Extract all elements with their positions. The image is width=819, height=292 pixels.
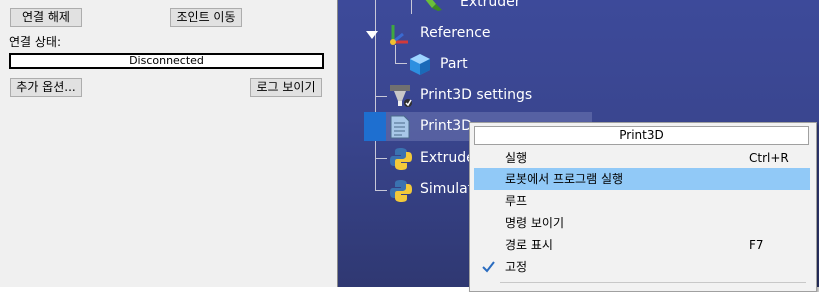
menu-item-pin[interactable]: 고정 <box>474 256 810 278</box>
context-menu-title: Print3D <box>474 126 809 145</box>
menu-item-label: 로봇에서 프로그램 실행 <box>505 172 624 186</box>
tree-connector <box>375 96 387 97</box>
tree-item-label[interactable]: Extruder <box>460 0 521 10</box>
menu-item-show-path[interactable]: 경로 표시 F7 <box>474 234 810 256</box>
connection-panel: 연결 해제 조인트 이동 연결 상태: Disconnected 추가 옵션..… <box>0 0 337 287</box>
tree-connector <box>395 45 396 63</box>
joint-move-button[interactable]: 조인트 이동 <box>170 8 242 27</box>
python-script-icon <box>389 147 413 171</box>
menu-item-show-instructions[interactable]: 명령 보이기 <box>474 212 810 234</box>
menu-item-loop[interactable]: 루프 <box>474 190 810 212</box>
more-options-button[interactable]: 추가 옵션... <box>10 78 82 97</box>
tree-item-label[interactable]: Reference <box>420 25 491 41</box>
program-document-icon <box>389 115 411 139</box>
menu-item-run-on-robot[interactable]: 로봇에서 프로그램 실행 <box>474 168 810 190</box>
tree-item-label[interactable]: Print3D <box>420 118 472 134</box>
menu-item-run[interactable]: 실행 Ctrl+R <box>474 147 810 169</box>
disconnect-button[interactable]: 연결 해제 <box>10 8 82 27</box>
menu-item-shortcut: Ctrl+R <box>749 151 789 165</box>
tree-connector <box>395 63 407 64</box>
context-menu: Print3D 실행 Ctrl+R 로봇에서 프로그램 실행 루프 명령 보이기… <box>469 122 817 292</box>
python-script-icon <box>389 179 413 203</box>
menu-item-label: 명령 보이기 <box>505 216 565 230</box>
menu-item-label: 실행 <box>505 151 528 165</box>
tree-connector <box>375 158 387 159</box>
connection-status-label: 연결 상태: <box>9 35 62 49</box>
reference-frame-icon <box>385 22 411 46</box>
menu-item-label: 경로 표시 <box>505 238 553 252</box>
menu-separator <box>500 282 806 283</box>
extruder-tool-icon <box>422 0 446 12</box>
settings-tool-icon <box>388 83 414 109</box>
menu-item-shortcut: F7 <box>749 238 764 252</box>
tree-connector <box>375 190 387 191</box>
menu-item-label: 루프 <box>505 194 528 208</box>
cube-object-icon <box>408 52 432 76</box>
tree-item-label[interactable]: Simulat <box>420 181 473 197</box>
tree-item-label[interactable]: Part <box>440 56 468 72</box>
tree-item-label[interactable]: Extrude <box>420 150 475 166</box>
expand-arrow-icon[interactable] <box>366 29 378 39</box>
tree-selection-marker <box>364 112 386 141</box>
tree-connector <box>411 0 412 14</box>
tree-item-label[interactable]: Print3D settings <box>420 87 532 103</box>
checkmark-icon <box>479 256 499 278</box>
connection-status-value: Disconnected <box>9 53 324 69</box>
menu-item-label: 고정 <box>505 260 528 274</box>
show-log-button[interactable]: 로그 보이기 <box>250 78 322 97</box>
